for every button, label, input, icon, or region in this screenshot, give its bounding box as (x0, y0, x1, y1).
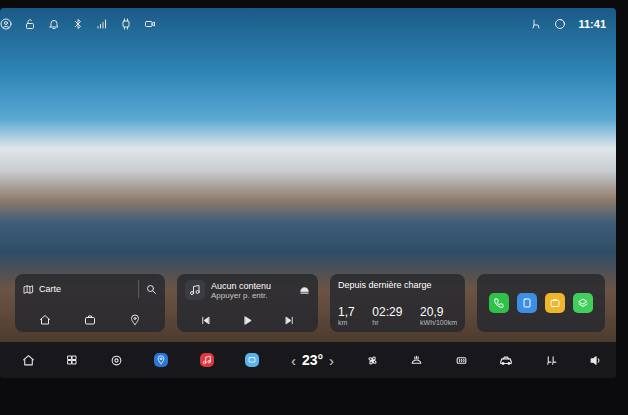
temperature: 23° (296, 352, 329, 368)
app-button[interactable] (545, 293, 565, 313)
media-widget[interactable]: Aucun contenuAppuyer p. entr. (177, 274, 318, 332)
temperature-down[interactable]: ‹ (291, 352, 296, 369)
map-title: Carte (39, 284, 132, 294)
temperature-up[interactable]: › (329, 352, 334, 369)
apps-grid-icon[interactable] (66, 354, 78, 366)
volume-icon[interactable] (589, 354, 602, 367)
media-subtitle: Appuyer p. entr. (211, 291, 299, 300)
briefcase-icon[interactable] (84, 314, 96, 326)
rear-defrost-icon[interactable] (455, 354, 468, 367)
layers-icon (577, 297, 589, 309)
dock-bar: ‹23°› (0, 342, 616, 378)
stat-unit: kWh/100km (420, 319, 457, 326)
media-title: Aucun contenu (211, 281, 299, 291)
app-button[interactable] (489, 293, 509, 313)
home-icon[interactable] (39, 314, 51, 326)
status-bar: 11:41 (0, 8, 616, 36)
app-button[interactable] (573, 293, 593, 313)
trip-stat: 20,9kWh/100km (420, 305, 457, 326)
profile-icon[interactable] (0, 18, 12, 30)
bluetooth-icon (72, 18, 84, 30)
trip-widget: Depuis dernière charge 1,7km 02:29hr 20,9kW… (330, 274, 465, 332)
stat-unit: hr (372, 319, 402, 326)
nav-app-icon[interactable] (154, 353, 168, 367)
status-right: 11:41 (530, 18, 606, 30)
location-icon[interactable] (129, 314, 141, 326)
wallpaper (0, 36, 616, 274)
sync-icon (554, 18, 566, 30)
climate-control: ‹23°› (291, 352, 334, 369)
chip-icon (120, 18, 132, 30)
files-icon (549, 297, 561, 309)
media-text: Aucun contenuAppuyer p. entr. (211, 281, 299, 300)
notes-icon (521, 297, 533, 309)
car-icon[interactable] (499, 353, 513, 367)
trip-stat: 1,7km (338, 305, 355, 326)
note-glyph-icon (202, 355, 212, 365)
stat-value: 02:29 (372, 305, 402, 319)
map-icon (23, 284, 34, 295)
trip-title: Depuis dernière charge (338, 280, 457, 290)
widget-row: Carte Aucun contenuAppuyer p. entr. Depuis… (0, 274, 616, 332)
clock: 11:41 (578, 18, 606, 30)
trip-stat: 02:29hr (372, 305, 402, 326)
music-icon-box (185, 280, 205, 300)
play-icon[interactable] (242, 315, 253, 326)
screen-glyph-icon (247, 355, 257, 365)
infotainment-screen: 11:41 Carte Aucun contenuAppuyer p. entr. D… (0, 8, 616, 378)
search-icon[interactable] (145, 283, 157, 295)
bell-icon (48, 18, 60, 30)
media-controls (185, 315, 310, 326)
camera-icon (144, 18, 156, 30)
map-widget[interactable]: Carte (15, 274, 165, 332)
signal-icon (96, 18, 108, 30)
divider (138, 280, 139, 298)
unlock-icon (24, 18, 36, 30)
stat-unit: km (338, 319, 355, 326)
phone-icon (493, 297, 505, 309)
app-button[interactable] (517, 293, 537, 313)
front-defrost-icon[interactable] (410, 354, 423, 367)
media-header: Aucun contenuAppuyer p. entr. (185, 280, 310, 300)
screen-frame: 11:41 Carte Aucun contenuAppuyer p. entr. D… (0, 0, 628, 415)
media-app-icon[interactable] (245, 353, 259, 367)
app-shortcuts (477, 274, 605, 332)
dashcam-icon[interactable] (110, 354, 123, 367)
music-app-icon[interactable] (200, 353, 214, 367)
nav-glyph-icon (156, 355, 166, 365)
music-icon (189, 284, 201, 296)
home-icon[interactable] (22, 354, 35, 367)
driver-icon (530, 18, 542, 30)
fan-icon[interactable] (366, 354, 379, 367)
seat-heating-icon[interactable] (545, 354, 558, 367)
next-icon[interactable] (284, 315, 295, 326)
map-shortcuts (23, 314, 157, 326)
trip-stats: 1,7km 02:29hr 20,9kWh/100km (338, 305, 457, 326)
previous-icon[interactable] (200, 315, 211, 326)
status-left (0, 18, 156, 30)
source-icon[interactable] (299, 285, 310, 296)
stat-value: 1,7 (338, 305, 355, 319)
stat-value: 20,9 (420, 305, 457, 319)
map-header: Carte (23, 280, 157, 298)
